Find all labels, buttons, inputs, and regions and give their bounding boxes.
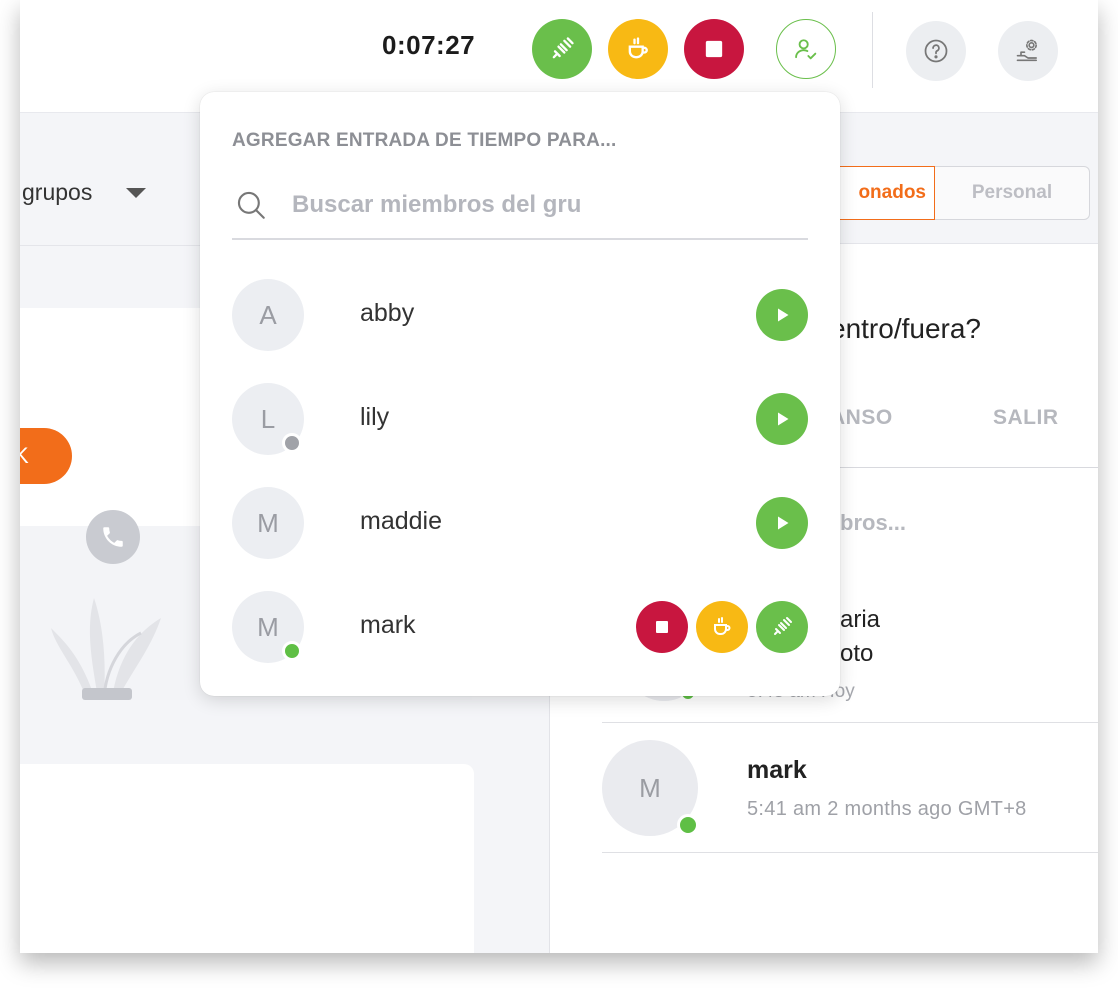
member-search-input[interactable]	[290, 184, 724, 226]
member-row-lily: L lily	[232, 383, 808, 459]
avatar: A	[232, 279, 304, 351]
member-name: aria oto	[840, 606, 881, 667]
clock-in-out-question: entro/fuera?	[830, 313, 981, 344]
plant-illustration	[51, 598, 161, 700]
work-button[interactable]	[756, 601, 808, 653]
member-name: abby	[360, 299, 415, 327]
work-button[interactable]	[532, 19, 592, 79]
break-button[interactable]	[696, 601, 748, 653]
help-icon	[924, 39, 948, 63]
member-row-abby: A abby	[232, 279, 808, 355]
stop-timer-button[interactable]	[636, 601, 688, 653]
play-icon	[778, 412, 789, 426]
member-name: mark	[360, 611, 416, 639]
user-check-icon	[795, 39, 817, 60]
play-icon	[778, 308, 789, 322]
member-row-maddie: M maddie	[232, 487, 808, 563]
caret-down-icon[interactable]	[126, 188, 146, 198]
online-status-dot	[282, 641, 302, 661]
work-icon	[774, 617, 792, 635]
toolbar-divider	[872, 12, 873, 88]
member-name: mark	[747, 756, 807, 784]
admin-button[interactable]	[998, 21, 1058, 81]
member-last-seen: 5:41 am 2 months ago GMT+8	[747, 798, 1027, 820]
avatar: M	[232, 487, 304, 559]
filter-personal-tab[interactable]: Personal	[935, 166, 1090, 220]
manage-members-button[interactable]	[776, 19, 836, 79]
coffee-icon	[628, 37, 648, 59]
start-timer-button[interactable]	[756, 393, 808, 445]
stop-icon	[705, 40, 723, 58]
tab-exit[interactable]: SALIR	[993, 406, 1059, 430]
add-time-entry-popup: AGREGAR ENTRADA DE TIEMPO PARA... A abby…	[200, 92, 840, 696]
stop-button[interactable]	[684, 19, 744, 79]
coffee-icon	[714, 617, 731, 635]
phone-icon	[86, 510, 140, 564]
play-icon	[778, 516, 789, 530]
popup-title: AGREGAR ENTRADA DE TIEMPO PARA...	[232, 130, 617, 151]
search-icon	[237, 191, 265, 219]
start-timer-button[interactable]	[756, 289, 808, 341]
list-divider	[602, 722, 1098, 723]
groups-dropdown[interactable]: grupos	[22, 179, 92, 206]
admin-settings-icon	[1016, 39, 1037, 62]
member-name: maddie	[360, 507, 442, 535]
elapsed-timer: 0:07:27	[382, 30, 476, 60]
status-pill[interactable]: K	[20, 428, 72, 484]
online-status-dot	[677, 814, 699, 836]
break-button[interactable]	[608, 19, 668, 79]
work-icon	[552, 37, 574, 59]
app-window: 0:07:27 grupos K onados Personal entro/f…	[20, 0, 1098, 953]
search-underline	[232, 238, 808, 240]
offline-status-dot	[282, 433, 302, 453]
member-row-mark: M mark	[232, 591, 808, 667]
member-search-placeholder[interactable]: bros...	[840, 510, 906, 536]
member-name: lily	[360, 403, 390, 431]
stop-icon	[656, 621, 668, 633]
activity-card	[20, 764, 474, 953]
list-divider	[602, 852, 1098, 853]
start-timer-button[interactable]	[756, 497, 808, 549]
help-button[interactable]	[906, 21, 966, 81]
